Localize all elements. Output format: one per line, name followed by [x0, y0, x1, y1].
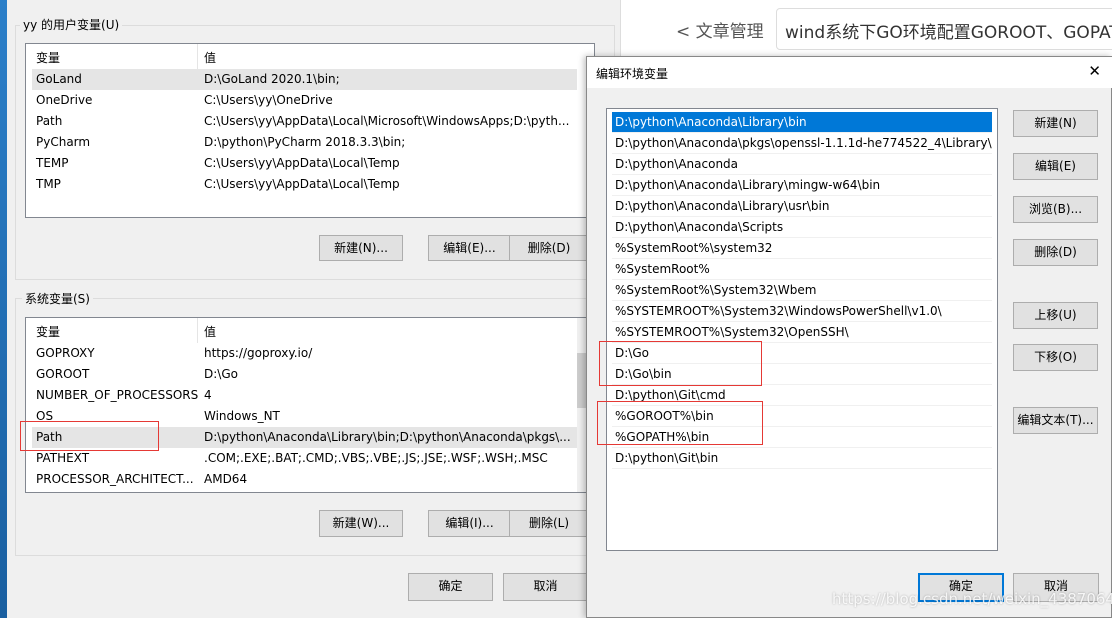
table-row[interactable]: PROCESSOR_ARCHITECT... AMD64	[32, 469, 577, 490]
col-name[interactable]: 变量	[36, 323, 60, 340]
path-item[interactable]: %SystemRoot%\system32	[612, 238, 992, 259]
var-value: C:\Users\yy\AppData\Local\Temp	[204, 177, 400, 191]
edit-button[interactable]: 编辑(E)	[1013, 153, 1098, 180]
col-name[interactable]: 变量	[36, 49, 60, 66]
sys-vars-list[interactable]: 变量 值 GOPROXY https://goproxy.io/GOROOT D:\G…	[25, 317, 595, 493]
sys-edit-button[interactable]: 编辑(I)...	[428, 510, 511, 537]
highlight-path	[20, 421, 159, 451]
path-item[interactable]: D:\python\Anaconda\Library\bin	[612, 112, 992, 133]
var-value: D:\python\PyCharm 2018.3.3\bin;	[204, 135, 406, 149]
table-row[interactable]: GOPROXY https://goproxy.io/	[32, 343, 577, 364]
path-item[interactable]: D:\python\Git\bin	[612, 448, 992, 469]
close-icon[interactable]: ✕	[1088, 62, 1101, 80]
var-name: PyCharm	[36, 135, 91, 149]
var-value: C:\Users\yy\OneDrive	[204, 93, 333, 107]
watermark: https://blog.csdn.net/weixin_43870646	[832, 590, 1112, 608]
article-title-input[interactable]: wind系统下GO环境配置GOROOT、GOPATH	[776, 8, 1112, 50]
col-value[interactable]: 值	[204, 49, 216, 66]
var-name: GoLand	[36, 72, 82, 86]
var-value: D:\Go	[204, 367, 238, 381]
user-new-button[interactable]: 新建(N)...	[319, 235, 403, 261]
path-item[interactable]: D:\python\Anaconda\pkgs\openssl-1.1.1d-h…	[612, 133, 992, 154]
var-value: D:\python\Anaconda\Library\bin;D:\python…	[204, 430, 571, 444]
table-row[interactable]: GOROOT D:\Go	[32, 364, 577, 385]
main-ok-button[interactable]: 确定	[408, 573, 493, 601]
table-row[interactable]: PATHEXT .COM;.EXE;.BAT;.CMD;.VBS;.VBE;.JS…	[32, 448, 577, 469]
path-item[interactable]: %SystemRoot%	[612, 259, 992, 280]
table-row[interactable]: PyCharm D:\python\PyCharm 2018.3.3\bin;	[32, 132, 577, 153]
var-name: PATHEXT	[36, 451, 90, 465]
browse-button[interactable]: 浏览(B)...	[1013, 196, 1098, 223]
sys-new-button[interactable]: 新建(W)...	[319, 510, 403, 537]
var-value: 4	[204, 388, 212, 402]
new-button[interactable]: 新建(N)	[1013, 110, 1098, 137]
table-row[interactable]: TEMP C:\Users\yy\AppData\Local\Temp	[32, 153, 577, 174]
var-name: GOROOT	[36, 367, 90, 381]
move-down-button[interactable]: 下移(O)	[1013, 344, 1098, 371]
path-item[interactable]: D:\python\Anaconda\Library\usr\bin	[612, 196, 992, 217]
var-name: TMP	[36, 177, 61, 191]
var-value: .COM;.EXE;.BAT;.CMD;.VBS;.VBE;.JS;.JSE;.…	[204, 451, 548, 465]
var-name: TEMP	[36, 156, 69, 170]
path-item[interactable]: D:\python\Anaconda	[612, 154, 992, 175]
back-link[interactable]: < 文章管理	[676, 17, 764, 42]
path-item[interactable]: %SystemRoot%\System32\Wbem	[612, 280, 992, 301]
highlight-go-paths	[599, 341, 762, 386]
user-vars-label: yy 的用户变量(U)	[20, 16, 123, 33]
edit-text-button[interactable]: 编辑文本(T)...	[1013, 407, 1098, 434]
var-name: PROCESSOR_ARCHITECT...	[36, 472, 194, 486]
col-value[interactable]: 值	[204, 323, 216, 340]
var-value: C:\Users\yy\AppData\Local\Temp	[204, 156, 400, 170]
var-value: https://goproxy.io/	[204, 346, 313, 360]
sys-delete-button[interactable]: 删除(L)	[509, 510, 589, 537]
user-edit-button[interactable]: 编辑(E)...	[428, 235, 511, 261]
user-vars-list[interactable]: 变量 值 GoLand D:\GoLand 2020.1\bin; OneDrive C…	[25, 43, 595, 218]
path-item[interactable]: D:\python\Anaconda\Scripts	[612, 217, 992, 238]
var-value: D:\GoLand 2020.1\bin;	[204, 72, 340, 86]
table-row[interactable]: GoLand D:\GoLand 2020.1\bin;	[32, 69, 577, 90]
var-name: Path	[36, 114, 63, 128]
edit-env-dialog: 编辑环境变量 ✕ D:\python\Anaconda\Library\bin D…	[586, 56, 1112, 618]
var-value: AMD64	[204, 472, 248, 486]
sys-vars-label: 系统变量(S)	[22, 290, 93, 307]
highlight-gopath-bins	[597, 401, 763, 445]
desktop-edge	[0, 0, 7, 618]
table-row[interactable]: NUMBER_OF_PROCESSORS 4	[32, 385, 577, 406]
blog-header: < 文章管理 wind系统下GO环境配置GOROOT、GOPATH	[620, 0, 1112, 57]
path-item[interactable]: %SYSTEMROOT%\System32\WindowsPowerShell\…	[612, 301, 992, 322]
table-row[interactable]: Path C:\Users\yy\AppData\Local\Microsoft\…	[32, 111, 577, 132]
move-up-button[interactable]: 上移(U)	[1013, 302, 1098, 329]
table-row[interactable]: TMP C:\Users\yy\AppData\Local\Temp	[32, 174, 577, 195]
dialog-title: 编辑环境变量	[596, 67, 669, 81]
path-item[interactable]: %SYSTEMROOT%\System32\OpenSSH\	[612, 322, 992, 343]
var-value: Windows_NT	[204, 409, 280, 423]
var-name: GOPROXY	[36, 346, 95, 360]
path-list[interactable]: D:\python\Anaconda\Library\bin D:\python\…	[606, 108, 998, 551]
path-item[interactable]: D:\python\Anaconda\Library\mingw-w64\bin	[612, 175, 992, 196]
table-row[interactable]: OneDrive C:\Users\yy\OneDrive	[32, 90, 577, 111]
user-delete-button[interactable]: 删除(D)	[509, 235, 589, 261]
var-name: OneDrive	[36, 93, 93, 107]
title-bar: 编辑环境变量 ✕	[587, 57, 1112, 88]
var-value: C:\Users\yy\AppData\Local\Microsoft\Wind…	[204, 114, 570, 128]
main-cancel-button[interactable]: 取消	[503, 573, 588, 601]
delete-button[interactable]: 删除(D)	[1013, 239, 1098, 266]
var-name: NUMBER_OF_PROCESSORS	[36, 388, 199, 402]
